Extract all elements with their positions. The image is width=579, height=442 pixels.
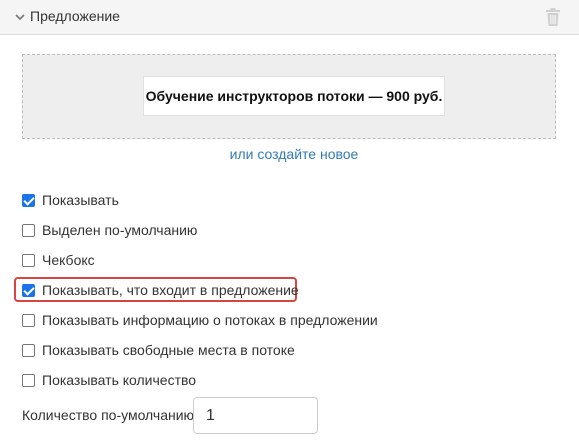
offer-drop-zone: Обучение инструкторов потоки — 900 руб. [22, 54, 556, 139]
panel-title[interactable]: Предложение [30, 8, 120, 24]
option-default-selected[interactable]: Выделен по-умолчанию [22, 221, 197, 239]
option-checkbox[interactable]: Чекбокс [22, 251, 95, 269]
trash-icon[interactable] [545, 8, 561, 26]
option-label: Показывать информацию о потоках в предло… [42, 312, 378, 328]
option-show-contents[interactable]: Показывать, что входит в предложение [22, 281, 299, 299]
option-label: Чекбокс [42, 252, 95, 268]
default-quantity-input[interactable] [193, 397, 318, 434]
default-quantity-label: Количество по-умолчанию [22, 407, 195, 423]
option-show-quantity[interactable]: Показывать количество [22, 371, 196, 389]
panel-header: Предложение [0, 0, 579, 35]
option-show[interactable]: Показывать [22, 191, 119, 209]
checkbox[interactable] [22, 223, 35, 237]
chevron-down-icon[interactable] [15, 12, 25, 22]
offer-item-card[interactable]: Обучение инструкторов потоки — 900 руб. [143, 76, 445, 116]
option-label: Показывать [42, 192, 119, 208]
option-label: Выделен по-умолчанию [42, 222, 198, 238]
option-label: Показывать количество [42, 372, 197, 388]
checkbox[interactable] [22, 253, 35, 267]
checkbox[interactable] [22, 373, 35, 387]
checkbox[interactable] [22, 283, 35, 297]
option-label: Показывать свободные места в потоке [42, 342, 295, 358]
checkbox[interactable] [22, 313, 35, 327]
option-show-free-places[interactable]: Показывать свободные места в потоке [22, 341, 295, 359]
option-show-stream-info[interactable]: Показывать информацию о потоках в предло… [22, 311, 378, 329]
option-label: Показывать, что входит в предложение [42, 282, 299, 298]
checkbox[interactable] [22, 343, 35, 357]
checkbox[interactable] [22, 193, 35, 207]
create-new-link[interactable]: или создайте новое [0, 146, 579, 162]
